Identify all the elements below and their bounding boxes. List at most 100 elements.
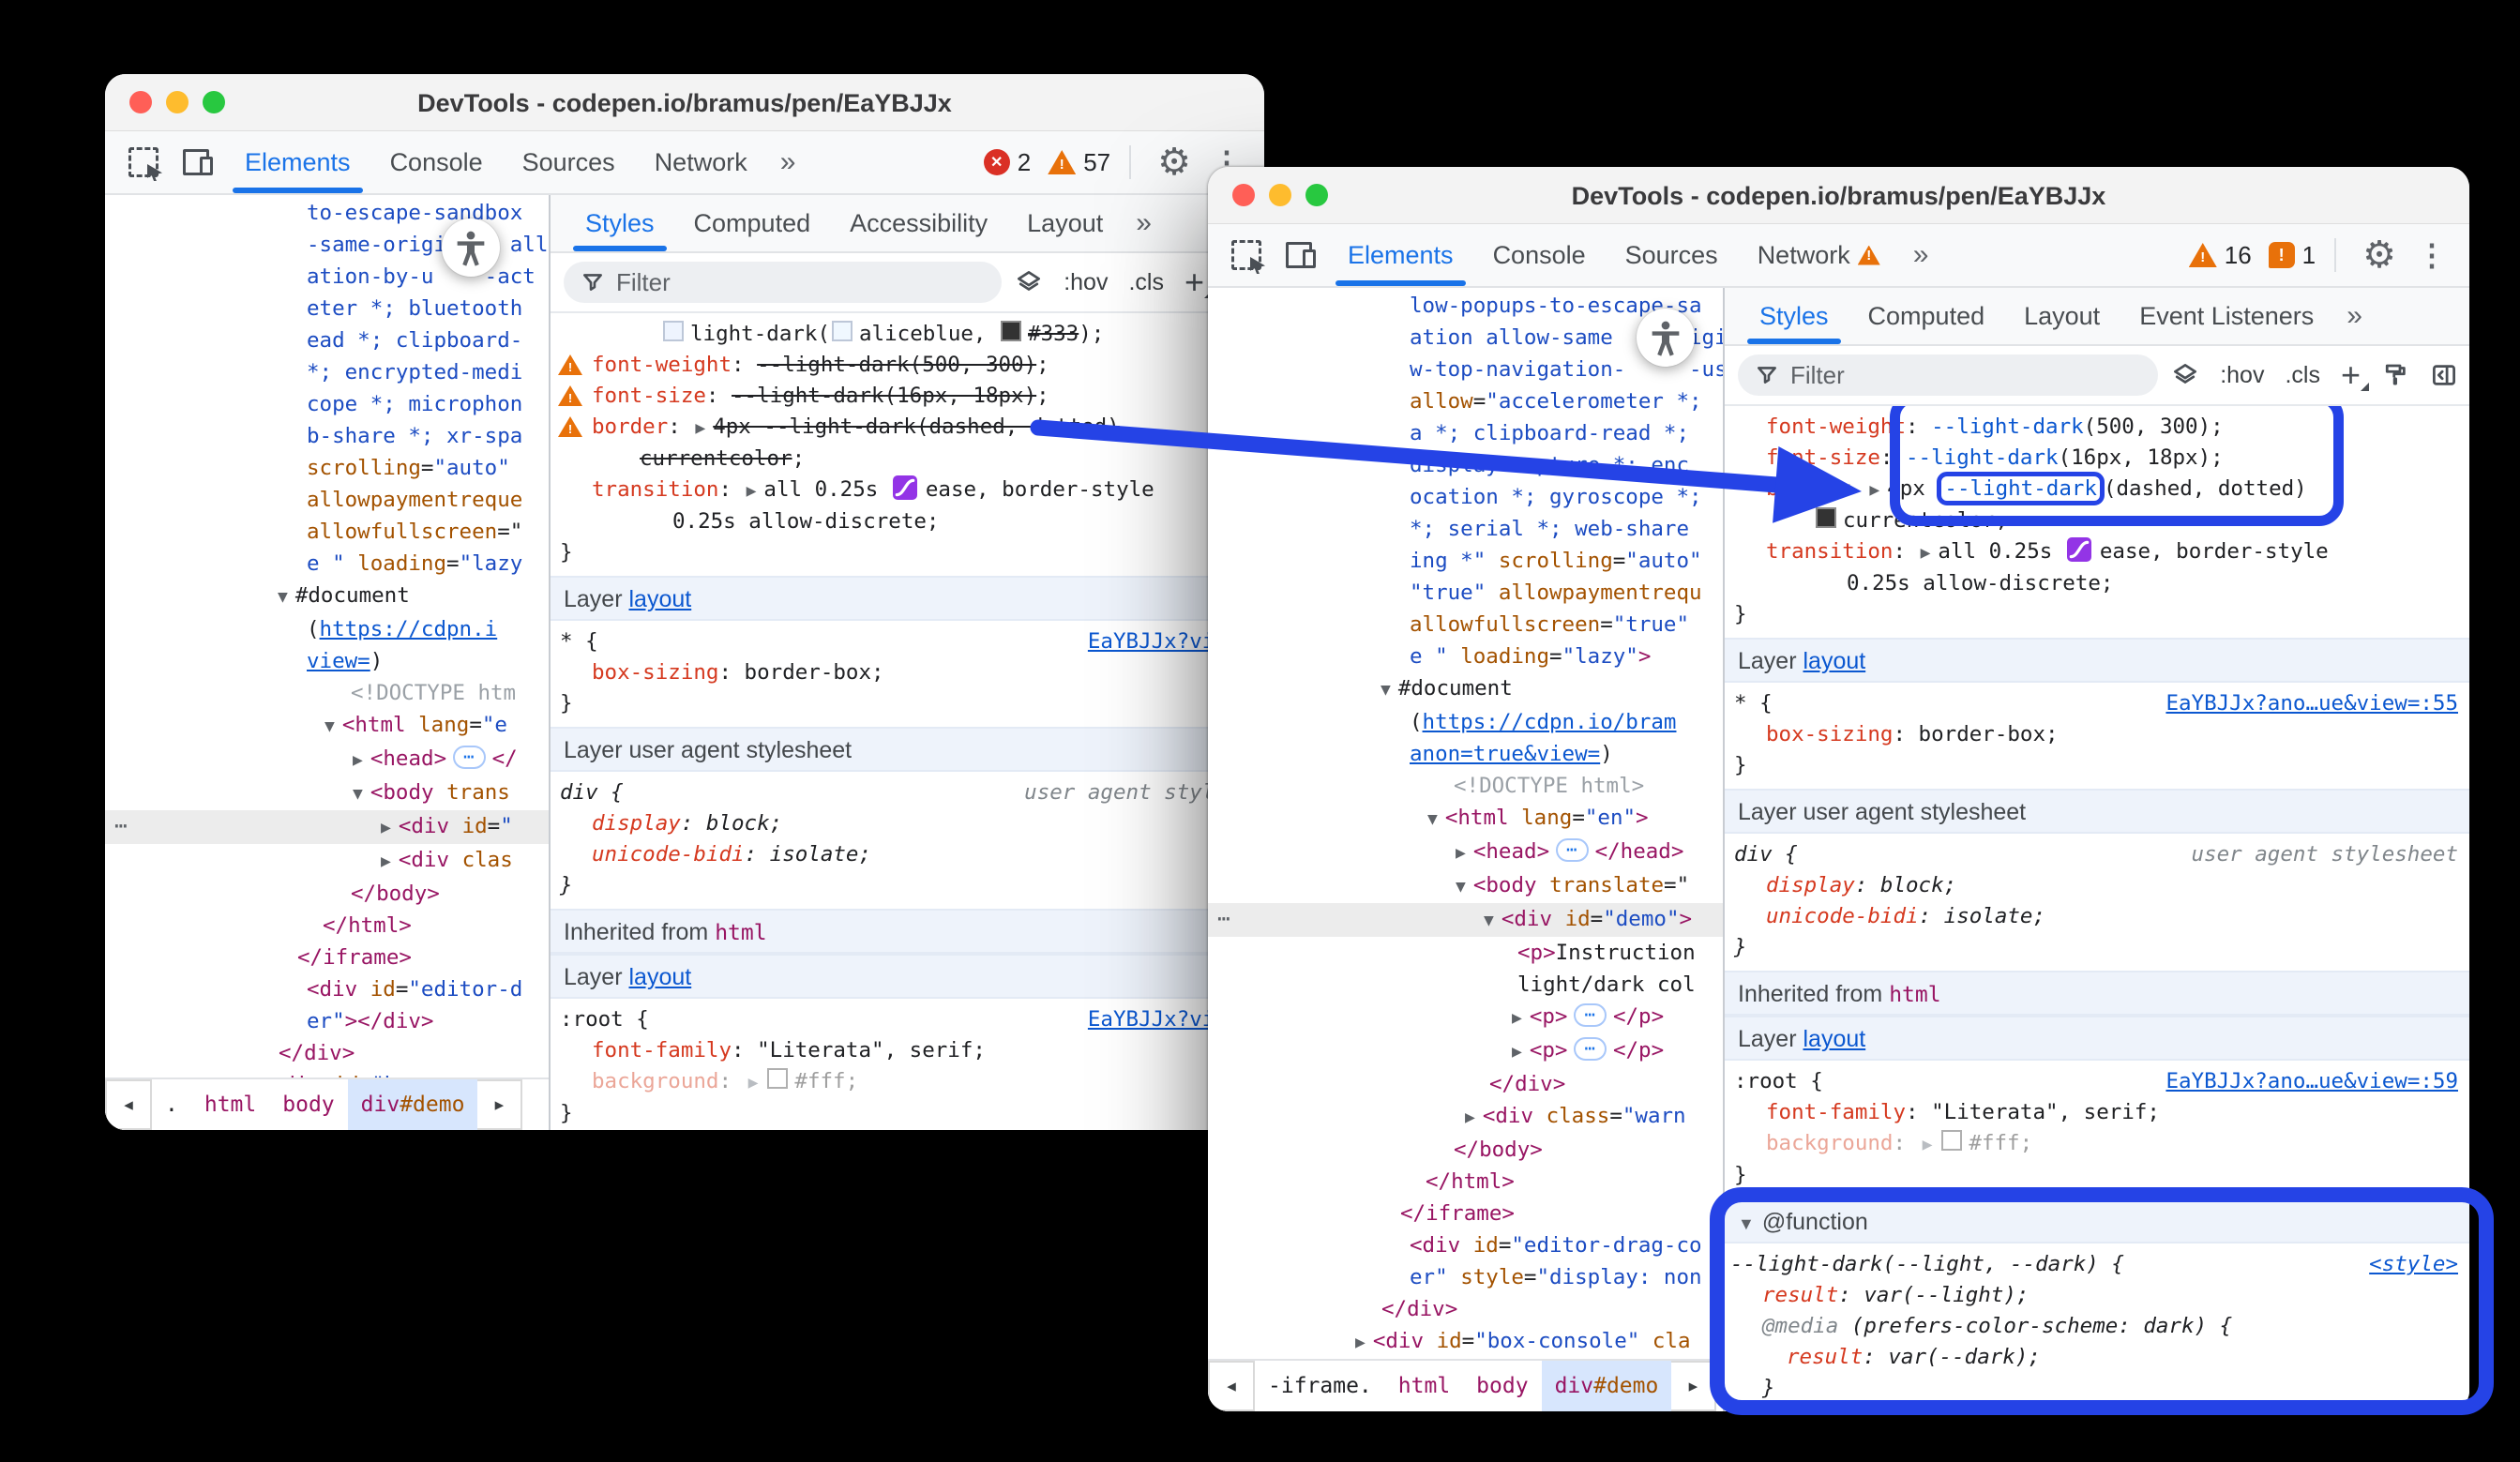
dom-tree-line[interactable]: ▶<p>⋯</p>	[1208, 1034, 1723, 1068]
link[interactable]: https://cdpn.i	[320, 617, 498, 641]
expand-children-ellipsis[interactable]: ⋯	[1556, 838, 1588, 862]
dom-tree-line[interactable]: (https://cdpn.io/bram	[1208, 706, 1723, 738]
breadcrumb-back-icon[interactable]: ◂	[105, 1079, 152, 1130]
tab-layout[interactable]: Layout	[1007, 195, 1123, 251]
breadcrumb-forward-icon[interactable]: ▸	[1671, 1361, 1716, 1411]
dom-tree-line[interactable]: <div id="editor-drag-co	[1208, 1229, 1723, 1261]
css-line[interactable]: }	[551, 537, 1264, 568]
color-swatch-icon[interactable]	[1001, 321, 1021, 341]
dom-tree-line[interactable]: ▶<p>⋯</p>	[1208, 1001, 1723, 1034]
inspect-element-icon[interactable]	[116, 131, 171, 193]
dom-tree-line[interactable]: er" style="display: non	[1208, 1261, 1723, 1293]
settings-gear-icon[interactable]: ⚙	[1146, 143, 1202, 181]
dom-tree-line[interactable]: light/dark col	[1208, 969, 1723, 1001]
css-line[interactable]: light-dark(aliceblue, #333);	[551, 319, 1264, 350]
css-line[interactable]: EaYBJJx?ano…ue&view=:59:root {	[1725, 1066, 2469, 1097]
dom-tree-line[interactable]: *; encrypted-medi	[105, 356, 549, 388]
more-options-icon[interactable]: ⋮	[2407, 237, 2456, 273]
dom-tree-line[interactable]: ▶<head>⋯</	[105, 743, 549, 776]
color-swatch-icon[interactable]	[1941, 1130, 1962, 1151]
link[interactable]: layout	[1803, 648, 1865, 674]
tab-computed[interactable]: Computed	[1849, 288, 2005, 344]
dom-tree-line[interactable]: </body>	[105, 878, 549, 910]
css-line[interactable]: display: block;	[551, 808, 1264, 839]
link[interactable]: layout	[628, 586, 691, 612]
breadcrumb-item[interactable]: .	[152, 1079, 191, 1130]
new-style-rule-button[interactable]: +	[2341, 361, 2361, 389]
styles-filter-input[interactable]: Filter	[564, 262, 1002, 303]
expand-children-ellipsis[interactable]: ⋯	[1574, 1037, 1606, 1061]
css-line[interactable]: !font-size: --light-dark(16px, 18px);	[551, 381, 1264, 412]
dom-tree-line[interactable]: ⋯▼<div id="demo">	[1208, 903, 1723, 937]
link[interactable]: <style>	[2369, 1252, 2458, 1276]
rendering-emulation-icon[interactable]	[2381, 361, 2409, 389]
dom-tree-line[interactable]: ▼#document	[1208, 672, 1723, 706]
dom-tree-line[interactable]: "true" allowpaymentrequ	[1208, 577, 1723, 609]
css-line[interactable]: EaYBJJx?ano…ue&view=:55* {	[1725, 688, 2469, 719]
css-line[interactable]: }	[1725, 1160, 2469, 1191]
css-line[interactable]: font-weight: --light-dark(500, 300);	[1725, 412, 2469, 443]
css-line[interactable]: user agent stylesheetdiv {	[1725, 839, 2469, 870]
dom-tree-line[interactable]: <p>Instruction	[1208, 937, 1723, 969]
tab-sources[interactable]: Sources	[1606, 224, 1738, 286]
color-swatch-icon[interactable]	[1816, 507, 1836, 528]
css-line[interactable]: }	[1725, 750, 2469, 781]
dom-tree-line[interactable]: </div>	[1208, 1293, 1723, 1325]
dom-tree-line[interactable]: view=)	[105, 645, 549, 677]
css-line[interactable]: result: var(--light);	[1725, 1280, 2469, 1311]
new-style-rule-button[interactable]: +	[1185, 268, 1204, 296]
dom-tree-line[interactable]: ▶<div class="warn	[1208, 1100, 1723, 1134]
css-line[interactable]: font-family: "Literata", serif;	[1725, 1097, 2469, 1128]
dom-tree-line[interactable]: allowfullscreen="true"	[1208, 609, 1723, 641]
link[interactable]: EaYBJJx?ano…ue&view=:55	[2165, 691, 2458, 716]
css-line[interactable]: 0.25s allow-discrete;	[1725, 568, 2469, 599]
tab-event-listeners[interactable]: Event Listeners	[2120, 288, 2333, 344]
dom-tree-line[interactable]: *; serial *; web-share	[1208, 513, 1723, 545]
css-line[interactable]: !border: ▶4px --light-dark(dashed, dotte…	[551, 412, 1264, 444]
color-swatch-icon[interactable]	[663, 321, 684, 341]
link[interactable]: layout	[1803, 1026, 1865, 1052]
css-line[interactable]: }	[551, 870, 1264, 901]
titlebar[interactable]: DevTools - codepen.io/bramus/pen/EaYBJJx	[105, 74, 1264, 131]
dom-tree-line[interactable]: ▼<body translate="	[1208, 869, 1723, 903]
dom-tree-line[interactable]: e " loading="lazy">	[1208, 641, 1723, 672]
css-line[interactable]: }	[1725, 599, 2469, 630]
issue-badge[interactable]: !1	[2269, 241, 2316, 270]
more-tabs-icon[interactable]: »	[2333, 288, 2376, 344]
link[interactable]: layout	[628, 964, 691, 990]
css-line[interactable]: <style>--light-dark(--light, --dark) {	[1725, 1249, 2469, 1280]
dom-tree-line[interactable]: </iframe>	[105, 942, 549, 973]
css-line[interactable]: border: ▶4px --light-dark(dashed, dotted…	[1725, 474, 2469, 505]
css-line[interactable]: font-size: --light-dark(16px, 18px);	[1725, 443, 2469, 474]
link[interactable]: anon=true&view=	[1410, 742, 1600, 766]
css-line[interactable]: }	[1725, 1404, 2469, 1411]
css-line[interactable]: transition: ▶all 0.25s ease, border-styl…	[551, 475, 1264, 506]
dom-tree-line[interactable]: eter *; bluetooth	[105, 293, 549, 324]
tab-console[interactable]: Console	[1473, 224, 1606, 286]
breadcrumb-back-icon[interactable]: ◂	[1208, 1361, 1255, 1411]
dom-tree-line[interactable]: cope *; microphon	[105, 388, 549, 420]
css-line[interactable]: background: ▶#fff;	[1725, 1128, 2469, 1160]
dom-tree-line[interactable]: allowpaymentreque	[105, 484, 549, 516]
dom-tree-line[interactable]: ocation *; gyroscope *;	[1208, 481, 1723, 513]
dom-tree-line[interactable]: </body>	[1208, 1134, 1723, 1166]
dom-tree-line[interactable]: e " loading="lazy	[105, 548, 549, 580]
dom-tree-line[interactable]: allowfullscreen="	[105, 516, 549, 548]
dom-tree-line[interactable]: </div>	[105, 1037, 549, 1069]
toggle-hover-state-button[interactable]: :hov	[1064, 269, 1108, 296]
css-line[interactable]: 0.25s allow-discrete;	[551, 506, 1264, 537]
dom-tree-line[interactable]: </div>	[1208, 1068, 1723, 1100]
bezier-swatch-icon[interactable]	[893, 475, 917, 500]
dom-tree-line[interactable]: scrolling="auto"	[105, 452, 549, 484]
color-swatch-icon[interactable]	[832, 321, 853, 341]
css-line[interactable]: background: ▶#fff;	[551, 1066, 1264, 1098]
device-toolbar-icon[interactable]	[1274, 224, 1328, 286]
tab-styles[interactable]: Styles	[1740, 288, 1849, 344]
tab-network[interactable]: Network	[635, 131, 767, 193]
css-line[interactable]: unicode-bidi: isolate;	[551, 839, 1264, 870]
css-line[interactable]: }	[1725, 932, 2469, 963]
settings-gear-icon[interactable]: ⚙	[2351, 236, 2407, 274]
css-line[interactable]: }	[551, 688, 1264, 719]
css-line[interactable]: display: block;	[1725, 870, 2469, 901]
more-tabs-icon[interactable]: »	[767, 131, 809, 193]
